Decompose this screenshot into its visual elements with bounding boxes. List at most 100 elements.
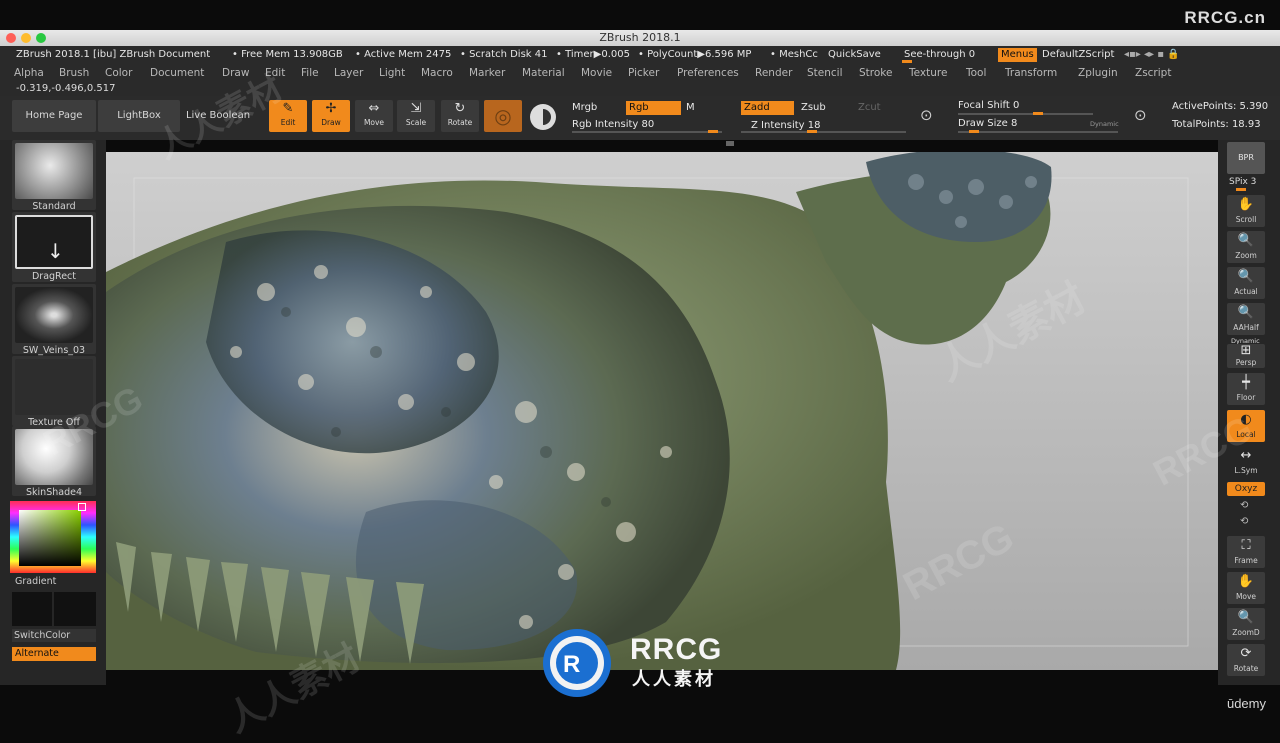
color-square[interactable] [19, 510, 81, 566]
switch-color-button[interactable]: SwitchColor [12, 629, 96, 642]
maximize-window-icon[interactable] [36, 33, 46, 43]
brush-slot[interactable]: Standard [12, 140, 96, 212]
menu-transform[interactable]: Transform [1005, 66, 1057, 80]
see-through-slider[interactable]: See-through 0 [904, 48, 975, 62]
material-sphere-button[interactable]: ◎ [484, 100, 522, 132]
color-marker[interactable] [78, 503, 86, 511]
live-boolean-button[interactable]: Live Boolean [182, 100, 254, 132]
default-zscript[interactable]: DefaultZScript [1042, 48, 1114, 62]
menu-layer[interactable]: Layer [334, 66, 363, 80]
menu-color[interactable]: Color [105, 66, 132, 80]
menu-edit[interactable]: Edit [265, 66, 285, 80]
menu-zplugin[interactable]: Zplugin [1078, 66, 1118, 80]
rgb-intensity-track[interactable] [572, 131, 722, 133]
minimize-window-icon[interactable] [21, 33, 31, 43]
menu-material[interactable]: Material [522, 66, 565, 80]
material-slot[interactable]: SkinShade4 [12, 426, 96, 498]
stroke-slot[interactable]: ↓ DragRect [12, 212, 96, 282]
menu-light[interactable]: Light [379, 66, 405, 80]
dynamic-toggle[interactable]: Dynamic [1090, 117, 1119, 131]
bpr-button[interactable]: BPR [1227, 142, 1265, 174]
frame-button[interactable]: ⛶ Frame [1227, 536, 1265, 568]
menu-document[interactable]: Document [150, 66, 204, 80]
shelf-collapse-handle[interactable] [726, 141, 734, 146]
focal-shift-slider[interactable]: Focal Shift 0 [958, 99, 1019, 113]
persp-button[interactable]: ⊞ Persp [1227, 344, 1265, 368]
lsym-button[interactable]: ↔ L.Sym [1227, 446, 1265, 478]
document-info: ZBrush 2018.1 [ibu] ZBrush Document [16, 49, 211, 60]
scale-mode-button[interactable]: ⇲ Scale [397, 100, 435, 132]
menu-zscript[interactable]: Zscript [1135, 66, 1171, 80]
m-toggle[interactable]: M [686, 101, 695, 115]
menu-texture[interactable]: Texture [909, 66, 947, 80]
spix-slider[interactable]: SPix 3 [1229, 177, 1256, 187]
sphere-icon: ◎ [494, 104, 512, 128]
menu-macro[interactable]: Macro [421, 66, 453, 80]
menu-file[interactable]: File [301, 66, 319, 80]
quicksave-button[interactable]: QuickSave [828, 48, 881, 62]
texture-slot[interactable]: Texture Off [12, 356, 96, 428]
alternate-toggle[interactable]: Alternate [12, 647, 96, 661]
move-view-button[interactable]: ✋ Move [1227, 572, 1265, 604]
main-color-swatch[interactable] [12, 592, 52, 626]
draw-size-slider[interactable]: Draw Size 8 [958, 117, 1017, 131]
move-mode-button[interactable]: ⇔ Move [355, 100, 393, 132]
gradient-label[interactable]: Gradient [15, 576, 56, 587]
zcut-toggle[interactable]: Zcut [858, 101, 881, 115]
rgb-toggle[interactable]: Rgb [626, 101, 681, 115]
material-ball-icon[interactable] [530, 104, 556, 130]
document-canvas[interactable] [106, 152, 1218, 670]
menu-preferences[interactable]: Preferences [677, 66, 739, 80]
close-window-icon[interactable] [6, 33, 16, 43]
zadd-toggle[interactable]: Zadd [741, 101, 794, 115]
menu-brush[interactable]: Brush [59, 66, 89, 80]
scroll-button[interactable]: ✋ Scroll [1227, 195, 1265, 227]
rotate-mode-button[interactable]: ↻ Rotate [441, 100, 479, 132]
menu-marker[interactable]: Marker [469, 66, 505, 80]
menu-stencil[interactable]: Stencil [807, 66, 843, 80]
zoomd-button[interactable]: 🔍 ZoomD [1227, 608, 1265, 640]
rotation-axis-icon-2[interactable]: ⟲ [1240, 516, 1248, 527]
draw-size-track[interactable] [958, 131, 1118, 133]
menu-draw[interactable]: Draw [222, 66, 249, 80]
window-controls [6, 33, 46, 43]
aahalf-button[interactable]: 🔍 AAHalf [1227, 303, 1265, 335]
rgb-intensity-knob[interactable] [708, 130, 718, 133]
menus-toggle[interactable]: Menus [998, 48, 1037, 62]
color-picker[interactable] [10, 501, 96, 573]
menu-picker[interactable]: Picker [628, 66, 659, 80]
rotate-view-button[interactable]: ⟳ Rotate [1227, 644, 1265, 676]
secondary-color-swatch[interactable] [54, 592, 96, 626]
rotation-axis-icon[interactable]: ⟲ [1240, 500, 1248, 511]
focal-shift-track[interactable] [958, 113, 1093, 115]
menu-alpha[interactable]: Alpha [14, 66, 44, 80]
draw-mode-button[interactable]: ✢ Draw [312, 100, 350, 132]
alpha-slot[interactable]: SW_Veins_03 [12, 284, 96, 356]
floor-button[interactable]: ┿ Floor [1227, 373, 1265, 405]
actual-button[interactable]: 🔍 Actual [1227, 267, 1265, 299]
menu-movie[interactable]: Movie [581, 66, 612, 80]
spix-knob[interactable] [1236, 188, 1246, 191]
layout-arrows-icon[interactable]: ◂▪▸ ◂▸ ▪ 🔒 [1124, 48, 1180, 62]
edit-mode-button[interactable]: ✎ Edit [269, 100, 307, 132]
z-intensity-knob[interactable] [807, 130, 817, 133]
dynamic-size-icon[interactable]: ⊙ [1134, 106, 1147, 124]
focal-shift-icon[interactable]: ⊙ [920, 106, 933, 124]
menu-render[interactable]: Render [755, 66, 792, 80]
menu-stroke[interactable]: Stroke [859, 66, 892, 80]
xyz-button[interactable]: Oxyz [1227, 482, 1265, 496]
see-through-knob[interactable] [902, 60, 912, 63]
menu-tool[interactable]: Tool [966, 66, 986, 80]
z-intensity-track[interactable] [741, 131, 906, 133]
rgb-intensity-slider[interactable]: Rgb Intensity 80 [572, 118, 654, 132]
focal-shift-knob[interactable] [1033, 112, 1043, 115]
polycount: • PolyCount▶6.596 MP [638, 49, 752, 60]
local-button[interactable]: ◐ Local [1227, 410, 1265, 442]
zsub-toggle[interactable]: Zsub [801, 101, 826, 115]
home-page-button[interactable]: Home Page [12, 100, 96, 132]
zoom-button[interactable]: 🔍 Zoom [1227, 231, 1265, 263]
draw-size-knob[interactable] [969, 130, 979, 133]
sculpt-render[interactable] [106, 152, 1218, 670]
mrgb-toggle[interactable]: Mrgb [572, 101, 597, 115]
lightbox-button[interactable]: LightBox [98, 100, 180, 132]
